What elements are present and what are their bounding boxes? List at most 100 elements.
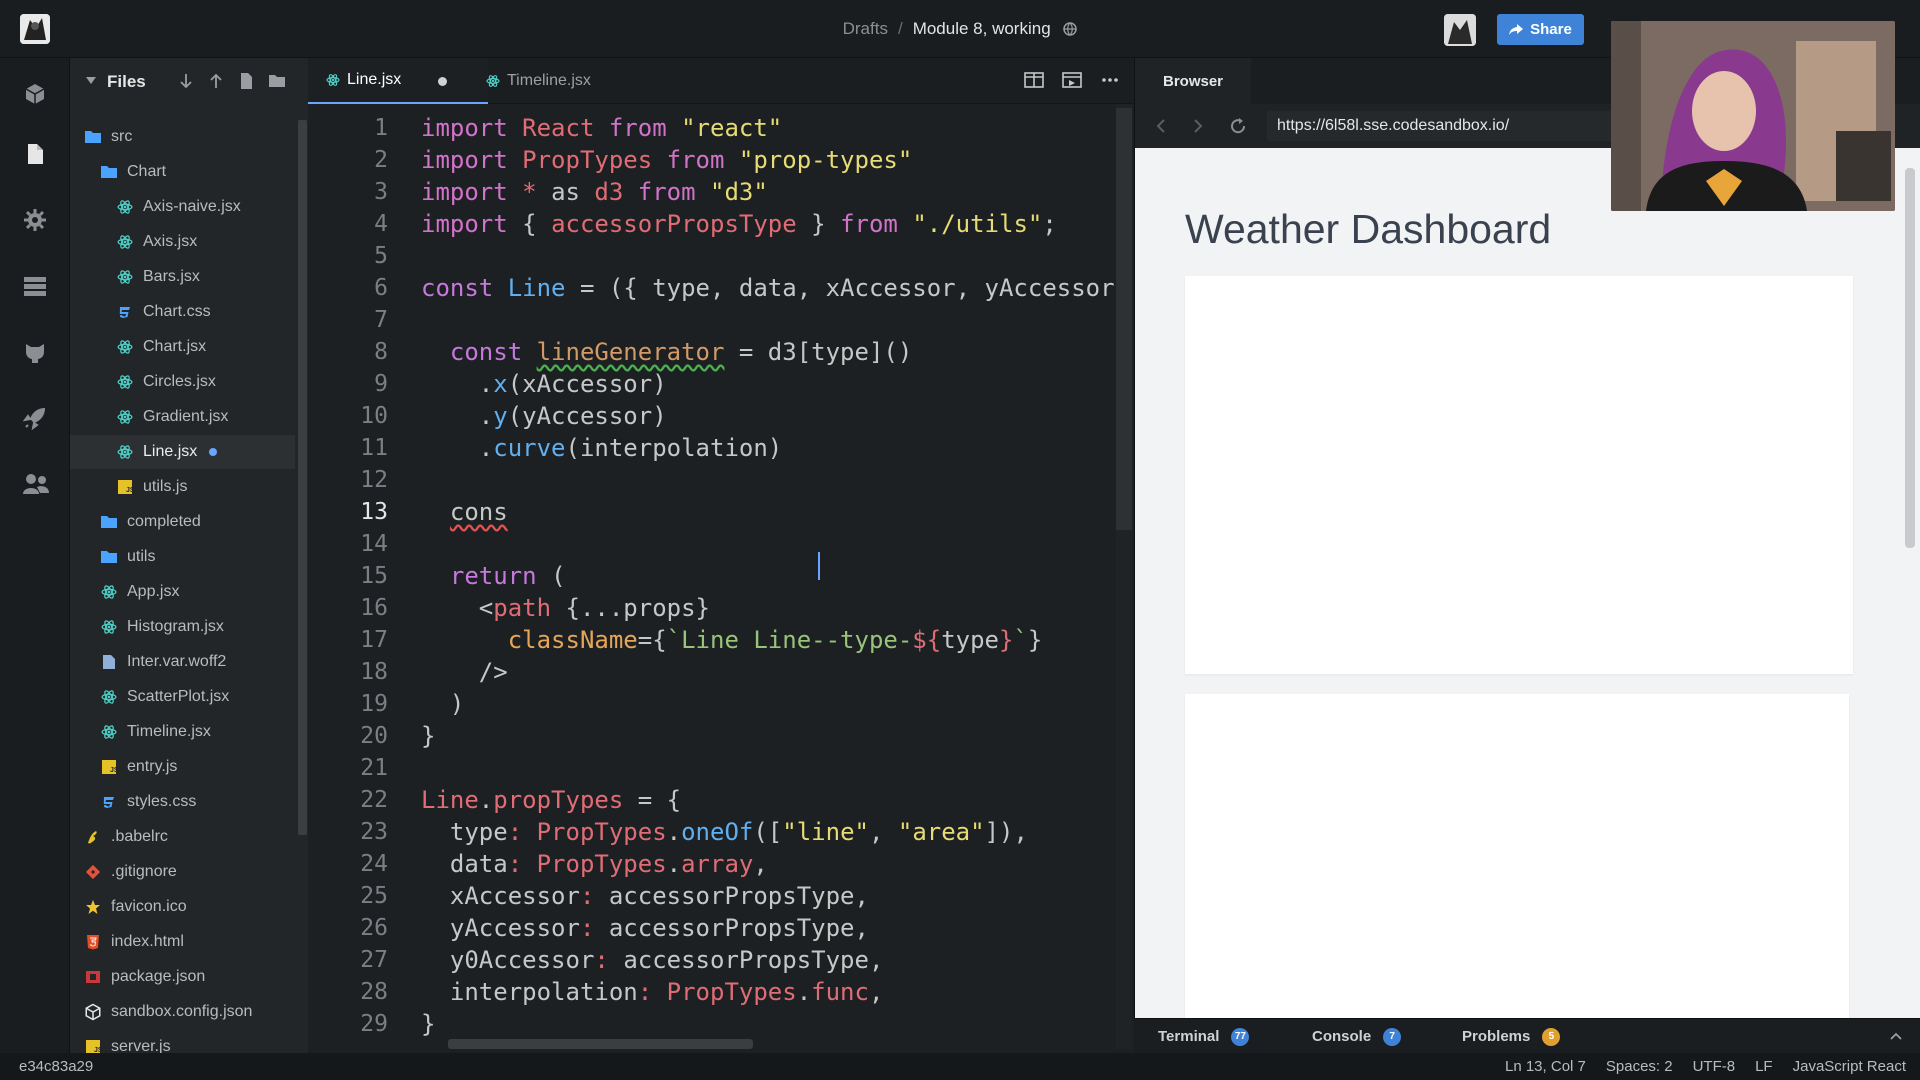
unsaved-dot-icon[interactable]	[438, 77, 447, 86]
file-tree-item[interactable]: index.html	[70, 925, 295, 959]
file-tree-item[interactable]: Line.jsx	[70, 435, 295, 469]
language-mode[interactable]: JavaScript React	[1793, 1058, 1906, 1075]
sandbox-title[interactable]: Module 8, working	[913, 19, 1051, 38]
file-tree-label: Axis-naive.jsx	[143, 198, 241, 215]
file-tree-item[interactable]: Chart.jsx	[70, 330, 295, 364]
line-ending[interactable]: LF	[1755, 1058, 1773, 1075]
react-icon	[100, 618, 118, 636]
file-tree-label: Gradient.jsx	[143, 408, 229, 425]
tab-browser[interactable]: Browser	[1135, 58, 1251, 104]
star-icon	[84, 898, 102, 916]
file-tree-item[interactable]: JS utils.js	[70, 470, 295, 504]
more-options-icon[interactable]	[1100, 71, 1120, 89]
cube-icon[interactable]	[23, 82, 47, 106]
indentation-setting[interactable]: Spaces: 2	[1606, 1058, 1673, 1075]
files-icon[interactable]	[23, 142, 47, 166]
file-tree-item[interactable]: .gitignore	[70, 855, 295, 889]
github-icon[interactable]	[23, 340, 47, 364]
file-tree-item[interactable]: favicon.ico	[70, 890, 295, 924]
file-tree-item[interactable]: Circles.jsx	[70, 365, 295, 399]
globe-icon	[1063, 22, 1078, 36]
refresh-icon[interactable]	[1229, 117, 1247, 135]
terminal-label: Terminal	[1158, 1028, 1220, 1045]
editor-scrollbar-thumb[interactable]	[1116, 108, 1132, 530]
file-tree-item[interactable]: Inter.var.woff2	[70, 645, 295, 679]
file-tree-item[interactable]: Chart.css	[70, 295, 295, 329]
new-folder-icon[interactable]	[268, 72, 286, 90]
file-tree-item[interactable]: ScatterPlot.jsx	[70, 680, 295, 714]
react-icon	[486, 74, 500, 88]
console-tab[interactable]: Console 7	[1312, 1019, 1402, 1054]
file-tree-item[interactable]: completed	[70, 505, 295, 539]
file-tree-label: ScatterPlot.jsx	[127, 688, 230, 705]
git-icon	[84, 863, 102, 881]
file-tree-label: Chart	[127, 163, 167, 180]
gear-icon[interactable]	[23, 208, 47, 232]
file-tree-item[interactable]: Histogram.jsx	[70, 610, 295, 644]
line-number: 13	[360, 499, 388, 525]
sidebar-scrollbar[interactable]	[298, 120, 307, 835]
files-title: Files	[107, 72, 146, 91]
share-label: Share	[1530, 21, 1572, 38]
back-arrow-icon[interactable]	[1155, 118, 1167, 134]
css-icon	[100, 793, 118, 811]
file-tree-item[interactable]: Bars.jsx	[70, 260, 295, 294]
file-tree-label: favicon.ico	[111, 898, 187, 915]
css-icon	[116, 303, 134, 321]
file-tree-item[interactable]: utils	[70, 540, 295, 574]
console-label: Console	[1312, 1028, 1372, 1045]
react-icon	[116, 233, 134, 251]
users-icon[interactable]	[23, 472, 49, 496]
file-tree-item[interactable]: styles.css	[70, 785, 295, 819]
split-view-icon[interactable]	[1024, 71, 1044, 89]
breadcrumb-root[interactable]: Drafts	[843, 19, 888, 38]
file-tree-item[interactable]: sandbox.config.json	[70, 995, 295, 1029]
terminal-tab[interactable]: Terminal 77	[1158, 1019, 1250, 1054]
chevron-down-icon[interactable]	[86, 77, 96, 85]
file-tree-label: Line.jsx	[143, 443, 198, 460]
arrow-down-icon[interactable]	[178, 72, 194, 90]
file-tree-item[interactable]: App.jsx	[70, 575, 295, 609]
file-tree-item[interactable]: .babelrc	[70, 820, 295, 854]
tab-line-jsx[interactable]: Line.jsx	[308, 58, 488, 104]
new-file-icon[interactable]	[238, 72, 254, 90]
file-tree-item[interactable]: src	[70, 120, 295, 154]
text-cursor	[818, 552, 820, 580]
server-icon[interactable]	[23, 274, 47, 298]
rocket-icon[interactable]	[23, 406, 47, 430]
editor-horizontal-scrollbar[interactable]	[448, 1039, 753, 1049]
line-number: 4	[374, 211, 388, 237]
encoding[interactable]: UTF-8	[1693, 1058, 1736, 1075]
console-count-badge: 7	[1383, 1027, 1402, 1046]
cursor-position[interactable]: Ln 13, Col 7	[1505, 1058, 1586, 1075]
file-tree-label: src	[111, 128, 133, 145]
folder-icon	[100, 513, 118, 531]
file-tree-item[interactable]: Gradient.jsx	[70, 400, 295, 434]
folder-icon	[100, 548, 118, 566]
code-line: .y(yAccessor)	[478, 402, 667, 430]
react-icon	[116, 373, 134, 391]
code-line: }	[421, 1010, 436, 1038]
terminal-count-badge: 77	[1231, 1027, 1250, 1046]
file-tree-item[interactable]: Axis.jsx	[70, 225, 295, 259]
file-tree-item[interactable]: package.json	[70, 960, 295, 994]
file-tree-item[interactable]: Timeline.jsx	[70, 715, 295, 749]
arrow-up-icon[interactable]	[208, 72, 224, 90]
user-avatar[interactable]	[1444, 14, 1476, 46]
code-line: import PropTypes from "prop-types"	[421, 146, 913, 174]
file-tree-item[interactable]: Axis-naive.jsx	[70, 190, 295, 224]
code-line: import * as d3 from "d3"	[421, 178, 768, 206]
file-tree-label: Timeline.jsx	[127, 723, 211, 740]
preview-window-icon[interactable]	[1062, 71, 1082, 89]
problems-tab[interactable]: Problems 5	[1462, 1019, 1561, 1054]
viewport-scrollbar[interactable]	[1905, 168, 1915, 548]
tab-timeline-jsx[interactable]: Timeline.jsx	[468, 58, 628, 104]
share-button[interactable]: Share	[1497, 14, 1584, 45]
code-area[interactable]: import React from "react" import PropTyp…	[421, 104, 1121, 1049]
file-tree-item[interactable]: Chart	[70, 155, 295, 189]
code-line-current: cons	[449, 498, 508, 526]
file-tree-label: Axis.jsx	[143, 233, 198, 250]
forward-arrow-icon[interactable]	[1192, 118, 1204, 134]
chevron-up-icon[interactable]	[1890, 1032, 1902, 1040]
file-tree-item[interactable]: JS entry.js	[70, 750, 295, 784]
